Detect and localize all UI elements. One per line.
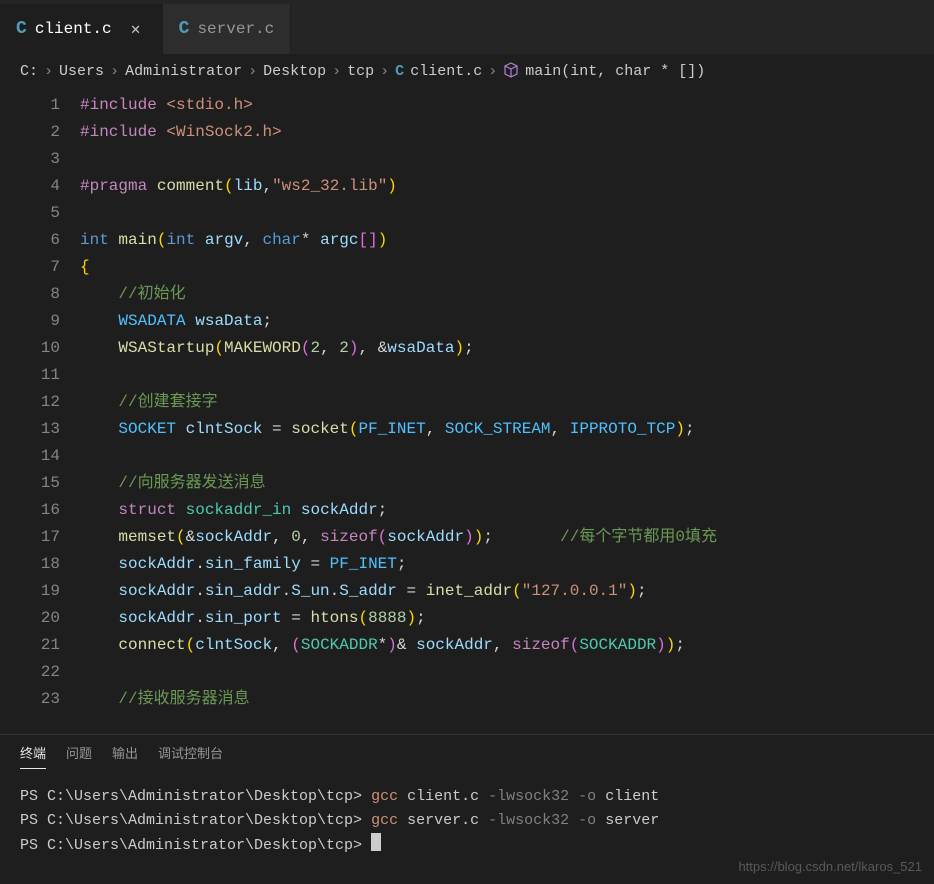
code-line[interactable]: //创建套接字 — [80, 389, 934, 416]
c-file-icon: C — [16, 19, 27, 39]
code-line[interactable] — [80, 146, 934, 173]
code-line[interactable]: { — [80, 254, 934, 281]
line-number: 7 — [0, 254, 60, 281]
code-line[interactable]: struct sockaddr_in sockAddr; — [80, 497, 934, 524]
code-line[interactable]: int main(int argv, char* argc[]) — [80, 227, 934, 254]
code-line[interactable]: WSAStartup(MAKEWORD(2, 2), &wsaData); — [80, 335, 934, 362]
crumb[interactable]: Administrator — [125, 63, 242, 80]
line-number: 9 — [0, 308, 60, 335]
tab-server[interactable]: C server.c — [163, 4, 292, 54]
line-number: 14 — [0, 443, 60, 470]
code-line[interactable]: //初始化 — [80, 281, 934, 308]
panel-tab-problems[interactable]: 问题 — [66, 743, 92, 769]
code-line[interactable]: sockAddr.sin_family = PF_INET; — [80, 551, 934, 578]
code-line[interactable]: //接收服务器消息 — [80, 686, 934, 713]
line-number: 10 — [0, 335, 60, 362]
code-editor[interactable]: 1234567891011121314151617181920212223 #i… — [0, 88, 934, 734]
code-line[interactable] — [80, 443, 934, 470]
crumb[interactable]: Desktop — [263, 63, 326, 80]
code-line[interactable]: //向服务器发送消息 — [80, 470, 934, 497]
terminal-line: PS C:\Users\Administrator\Desktop\tcp> g… — [20, 785, 914, 809]
crumb[interactable]: Users — [59, 63, 104, 80]
code-content[interactable]: #include <stdio.h>#include <WinSock2.h> #… — [80, 92, 934, 734]
code-line[interactable]: SOCKET clntSock = socket(PF_INET, SOCK_S… — [80, 416, 934, 443]
editor-tabs: C client.c ✕ C server.c — [0, 0, 934, 54]
line-number: 1 — [0, 92, 60, 119]
line-number: 6 — [0, 227, 60, 254]
code-line[interactable]: #include <stdio.h> — [80, 92, 934, 119]
tab-label: server.c — [197, 20, 274, 38]
panel-tab-output[interactable]: 输出 — [112, 743, 138, 769]
code-line[interactable] — [80, 362, 934, 389]
terminal-line: PS C:\Users\Administrator\Desktop\tcp> — [20, 833, 914, 858]
code-line[interactable]: memset(&sockAddr, 0, sizeof(sockAddr)); … — [80, 524, 934, 551]
watermark: https://blog.csdn.net/lkaros_521 — [738, 859, 922, 874]
line-number: 21 — [0, 632, 60, 659]
c-file-icon: C — [395, 63, 404, 80]
panel-tabs: 终端 问题 输出 调试控制台 — [0, 735, 934, 777]
line-number: 15 — [0, 470, 60, 497]
method-icon — [503, 62, 519, 81]
code-line[interactable]: #pragma comment(lib,"ws2_32.lib") — [80, 173, 934, 200]
panel-tab-debug[interactable]: 调试控制台 — [158, 743, 223, 769]
tab-label: client.c — [35, 20, 112, 38]
line-number: 12 — [0, 389, 60, 416]
panel-tab-terminal[interactable]: 终端 — [20, 743, 46, 769]
code-line[interactable]: #include <WinSock2.h> — [80, 119, 934, 146]
line-number: 18 — [0, 551, 60, 578]
line-number: 2 — [0, 119, 60, 146]
line-number: 22 — [0, 659, 60, 686]
code-line[interactable] — [80, 659, 934, 686]
c-file-icon: C — [179, 19, 190, 39]
line-number: 20 — [0, 605, 60, 632]
code-line[interactable]: WSADATA wsaData; — [80, 308, 934, 335]
crumb[interactable]: C: — [20, 63, 38, 80]
line-number: 4 — [0, 173, 60, 200]
breadcrumb: C:› Users› Administrator› Desktop› tcp› … — [0, 54, 934, 88]
line-number: 16 — [0, 497, 60, 524]
terminal-cursor — [371, 833, 381, 851]
crumb[interactable]: tcp — [347, 63, 374, 80]
code-line[interactable]: sockAddr.sin_addr.S_un.S_addr = inet_add… — [80, 578, 934, 605]
close-icon[interactable]: ✕ — [126, 19, 146, 39]
code-line[interactable]: connect(clntSock, (SOCKADDR*)& sockAddr,… — [80, 632, 934, 659]
crumb-symbol[interactable]: main(int, char * []) — [525, 63, 705, 80]
line-number: 17 — [0, 524, 60, 551]
line-number: 13 — [0, 416, 60, 443]
terminal-line: PS C:\Users\Administrator\Desktop\tcp> g… — [20, 809, 914, 833]
line-number: 19 — [0, 578, 60, 605]
line-number: 23 — [0, 686, 60, 713]
line-number: 5 — [0, 200, 60, 227]
line-gutter: 1234567891011121314151617181920212223 — [0, 92, 80, 734]
code-line[interactable]: sockAddr.sin_port = htons(8888); — [80, 605, 934, 632]
line-number: 11 — [0, 362, 60, 389]
code-line[interactable] — [80, 200, 934, 227]
line-number: 3 — [0, 146, 60, 173]
crumb-file[interactable]: client.c — [410, 63, 482, 80]
tab-client[interactable]: C client.c ✕ — [0, 4, 163, 54]
line-number: 8 — [0, 281, 60, 308]
